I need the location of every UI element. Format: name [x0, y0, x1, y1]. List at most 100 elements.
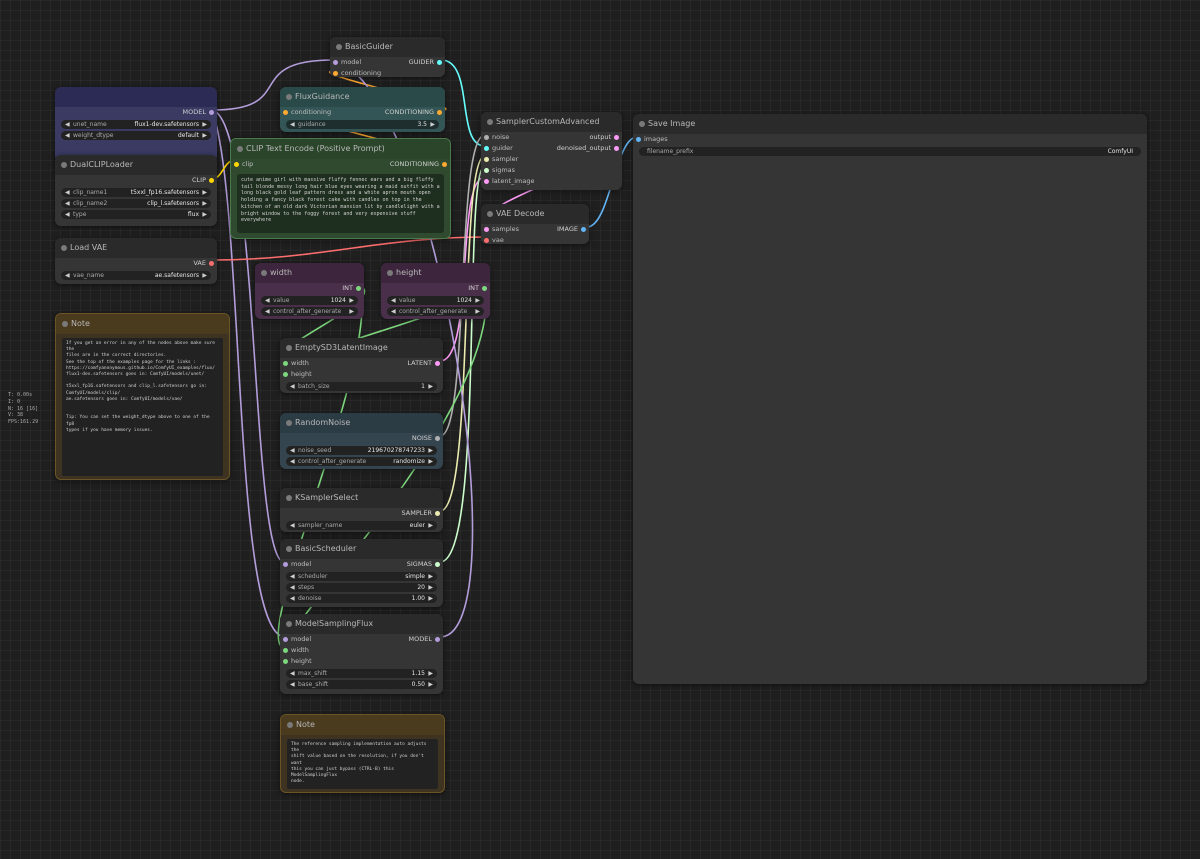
samples-input-slot[interactable]: [484, 227, 489, 232]
collapse-dot-icon[interactable]: [286, 495, 292, 501]
node-title[interactable]: Save Image: [633, 114, 1147, 134]
collapse-dot-icon[interactable]: [487, 211, 493, 217]
prompt-textarea[interactable]: cute anime girl with massive fluffy fenn…: [237, 174, 444, 233]
node-basic-guider[interactable]: BasicGuider model GUIDER conditioning: [330, 37, 445, 77]
node-sampler-custom-advanced[interactable]: SamplerCustomAdvanced noise output guide…: [481, 112, 622, 190]
arrow-left-icon[interactable]: ◀: [391, 307, 396, 316]
conditioning-output-slot[interactable]: [442, 162, 447, 167]
arrow-left-icon[interactable]: ◀: [65, 210, 70, 219]
node-flux-guidance[interactable]: FluxGuidance conditioning CONDITIONING ◀…: [280, 87, 445, 132]
collapse-dot-icon[interactable]: [286, 621, 292, 627]
arrow-right-icon[interactable]: ▶: [428, 572, 433, 581]
arrow-left-icon[interactable]: ◀: [290, 583, 295, 592]
clip-name2-combo[interactable]: ◀ clip_name2 clip_l.safetensors ▶: [61, 199, 211, 208]
arrow-left-icon[interactable]: ◀: [391, 296, 396, 305]
noise-output-slot[interactable]: [435, 436, 440, 441]
node-title[interactable]: EmptySD3LatentImage: [280, 338, 443, 358]
conditioning-input-slot[interactable]: [333, 71, 338, 76]
conditioning-input-slot[interactable]: [283, 110, 288, 115]
node-title[interactable]: ModelSamplingFlux: [280, 614, 443, 634]
arrow-right-icon[interactable]: ▶: [202, 188, 207, 197]
sampler-name-combo[interactable]: ◀ sampler_name euler ▶: [286, 521, 437, 530]
guider-input-slot[interactable]: [484, 146, 489, 151]
sampler-output-slot[interactable]: [435, 511, 440, 516]
arrow-right-icon[interactable]: ▶: [428, 521, 433, 530]
vae-name-combo[interactable]: ◀ vae_name ae.safetensors ▶: [61, 271, 211, 280]
node-height[interactable]: height INT ◀ value 1024 ▶ ◀ control_after_ge…: [381, 263, 490, 319]
guider-output-slot[interactable]: [437, 60, 442, 65]
node-title[interactable]: height: [381, 263, 490, 283]
arrow-left-icon[interactable]: ◀: [290, 120, 295, 129]
collapse-dot-icon[interactable]: [61, 94, 67, 100]
images-input-slot[interactable]: [636, 137, 641, 142]
steps-number[interactable]: ◀ steps 20 ▶: [286, 583, 437, 592]
conditioning-output-slot[interactable]: [437, 110, 442, 115]
node-model-sampling-flux[interactable]: ModelSamplingFlux model MODEL width heig…: [280, 614, 443, 694]
model-output-slot[interactable]: [435, 637, 440, 642]
arrow-right-icon[interactable]: ▶: [428, 594, 433, 603]
int-output-slot[interactable]: [482, 286, 487, 291]
collapse-dot-icon[interactable]: [639, 121, 645, 127]
node-empty-sd3-latent-image[interactable]: EmptySD3LatentImage width LATENT height …: [280, 338, 443, 393]
arrow-right-icon[interactable]: ▶: [202, 271, 207, 280]
int-output-slot[interactable]: [356, 286, 361, 291]
scheduler-combo[interactable]: ◀ scheduler simple ▶: [286, 572, 437, 581]
collapse-dot-icon[interactable]: [61, 162, 67, 168]
arrow-left-icon[interactable]: ◀: [65, 199, 70, 208]
arrow-right-icon[interactable]: ▶: [430, 120, 435, 129]
arrow-right-icon[interactable]: ▶: [349, 296, 354, 305]
unet-name-combo[interactable]: ◀ unet_name flux1-dev.safetensors ▶: [61, 120, 211, 129]
arrow-right-icon[interactable]: ▶: [475, 296, 480, 305]
arrow-right-icon[interactable]: ▶: [428, 583, 433, 592]
clip-input-slot[interactable]: [234, 162, 239, 167]
model-output-slot[interactable]: [209, 110, 214, 115]
node-width[interactable]: width INT ◀ value 1024 ▶ ◀ control_after_gen…: [255, 263, 364, 319]
arrow-left-icon[interactable]: ◀: [290, 669, 295, 678]
node-random-noise[interactable]: RandomNoise NOISE ◀ noise_seed 21967027874…: [280, 413, 443, 469]
arrow-left-icon[interactable]: ◀: [290, 457, 295, 466]
collapse-dot-icon[interactable]: [336, 44, 342, 50]
height-input-slot[interactable]: [283, 659, 288, 664]
vae-input-slot[interactable]: [484, 238, 489, 243]
arrow-left-icon[interactable]: ◀: [290, 572, 295, 581]
value-number[interactable]: ◀ value 1024 ▶: [387, 296, 484, 305]
control-after-generate-combo[interactable]: ◀ control_after_generate ▶: [261, 307, 358, 316]
arrow-right-icon[interactable]: ▶: [475, 307, 480, 316]
height-input-slot[interactable]: [283, 372, 288, 377]
arrow-right-icon[interactable]: ▶: [349, 307, 354, 316]
latent-output-slot[interactable]: [435, 361, 440, 366]
control-after-generate-combo[interactable]: ◀ control_after_generate ▶: [387, 307, 484, 316]
arrow-left-icon[interactable]: ◀: [290, 446, 295, 455]
node-dual-clip-loader[interactable]: DualCLIPLoader CLIP ◀ clip_name1 t5xxl_fp1…: [55, 155, 217, 226]
noise-seed-number[interactable]: ◀ noise_seed 219670278747233 ▶: [286, 446, 437, 455]
value-number[interactable]: ◀ value 1024 ▶: [261, 296, 358, 305]
arrow-left-icon[interactable]: ◀: [290, 594, 295, 603]
collapse-dot-icon[interactable]: [286, 94, 292, 100]
node-save-image[interactable]: Save Image images filename_prefix ComfyUI: [633, 114, 1147, 684]
latent-input-slot[interactable]: [484, 179, 489, 184]
arrow-left-icon[interactable]: ◀: [290, 680, 295, 689]
node-title[interactable]: BasicScheduler: [280, 539, 443, 559]
node-load-diffusion-model[interactable]: Load Diffusion Model MODEL ◀ unet_name flu…: [55, 87, 217, 162]
node-title[interactable]: Load Diffusion Model: [55, 87, 217, 107]
control-after-generate-combo[interactable]: ◀ control_after_generate randomize ▶: [286, 457, 437, 466]
collapse-dot-icon[interactable]: [261, 270, 267, 276]
arrow-left-icon[interactable]: ◀: [265, 307, 270, 316]
denoised-output-slot[interactable]: [614, 146, 619, 151]
collapse-dot-icon[interactable]: [237, 146, 243, 152]
filename-prefix-field[interactable]: filename_prefix ComfyUI: [639, 147, 1141, 156]
vae-output-slot[interactable]: [209, 261, 214, 266]
arrow-left-icon[interactable]: ◀: [290, 382, 295, 391]
arrow-left-icon[interactable]: ◀: [265, 296, 270, 305]
node-title[interactable]: Note: [281, 715, 444, 735]
collapse-dot-icon[interactable]: [286, 420, 292, 426]
arrow-right-icon[interactable]: ▶: [428, 446, 433, 455]
max-shift-number[interactable]: ◀ max_shift 1.15 ▶: [286, 669, 437, 678]
node-vae-decode[interactable]: VAE Decode samples IMAGE vae: [481, 204, 589, 244]
collapse-dot-icon[interactable]: [287, 722, 293, 728]
arrow-right-icon[interactable]: ▶: [428, 669, 433, 678]
node-ksampler-select[interactable]: KSamplerSelect SAMPLER ◀ sampler_name eule…: [280, 488, 443, 532]
denoise-number[interactable]: ◀ denoise 1.00 ▶: [286, 594, 437, 603]
weight-dtype-combo[interactable]: ◀ weight_dtype default ▶: [61, 131, 211, 140]
arrow-right-icon[interactable]: ▶: [202, 199, 207, 208]
